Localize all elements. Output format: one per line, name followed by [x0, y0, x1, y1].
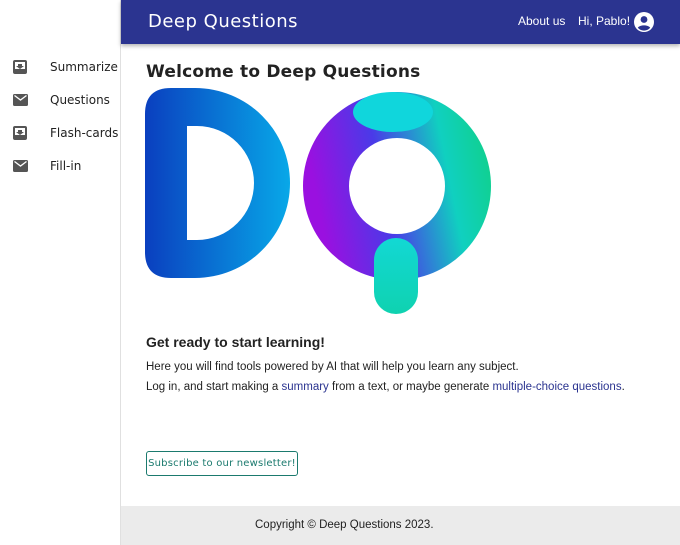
dq-logo — [145, 88, 495, 318]
page-title: Welcome to Deep Questions — [146, 62, 421, 82]
mail-icon — [12, 92, 28, 108]
sidebar-item-summarize[interactable]: Summarize — [0, 50, 120, 83]
multiple-choice-questions-link[interactable]: multiple-choice questions — [492, 381, 621, 393]
sidebar-item-label: Flash-cards — [50, 125, 119, 140]
cta-text-start: Log in, and start making a — [146, 381, 282, 393]
copyright-text: Copyright © Deep Questions 2023. — [255, 519, 434, 531]
sidebar-item-fill-in[interactable]: Fill-in — [0, 149, 120, 182]
main-content: Welcome to Deep Questions Get ready to s… — [121, 44, 680, 506]
cta-text-end: . — [621, 381, 625, 393]
section-heading: Get ready to start learning! — [146, 334, 325, 350]
footer: Copyright © Deep Questions 2023. — [121, 506, 680, 545]
sidebar-item-label: Fill-in — [50, 158, 82, 173]
user-greeting: Hi, Pablo! — [578, 14, 631, 28]
move-to-inbox-icon — [12, 125, 28, 141]
sidebar-item-label: Questions — [50, 92, 110, 107]
sidebar-list: Summarize Questions Flash-cards Fill-in — [0, 50, 120, 182]
summary-link[interactable]: summary — [282, 381, 329, 393]
about-us-link[interactable]: About us — [518, 14, 565, 28]
sidebar-item-questions[interactable]: Questions — [0, 83, 120, 116]
cta-paragraph: Log in, and start making a summary from … — [146, 381, 625, 393]
brand-title[interactable]: Deep Questions — [148, 11, 298, 32]
sidebar-item-flash-cards[interactable]: Flash-cards — [0, 116, 120, 149]
subscribe-newsletter-button[interactable]: Subscribe to our newsletter! — [146, 451, 298, 476]
move-to-inbox-icon — [12, 59, 28, 75]
account-circle-icon[interactable] — [633, 11, 655, 33]
cta-text-middle: from a text, or maybe generate — [328, 381, 493, 393]
app-bar: Deep Questions About us Hi, Pablo! — [121, 0, 680, 44]
mail-icon — [12, 158, 28, 174]
intro-paragraph: Here you will find tools powered by AI t… — [146, 361, 519, 373]
sidebar: Summarize Questions Flash-cards Fill-in — [0, 0, 121, 545]
sidebar-item-label: Summarize — [50, 59, 118, 74]
